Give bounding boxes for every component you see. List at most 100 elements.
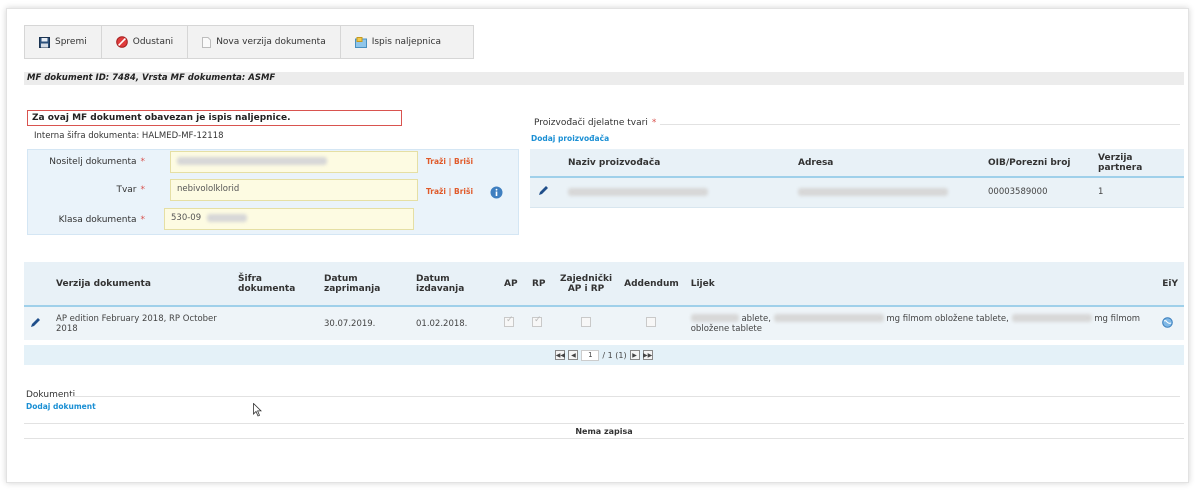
ap-checkbox[interactable]: [504, 315, 514, 327]
holder-field[interactable]: [170, 151, 418, 173]
documents-empty-row: Nema zapisa: [24, 423, 1184, 439]
class-label: Klasa dokumenta: [58, 215, 137, 225]
cancel-label: Odustani: [132, 37, 174, 47]
versions-table: Verzija dokumenta Šifra dokumenta Datum …: [24, 262, 1184, 340]
holder-label: Nositelj dokumenta: [49, 157, 137, 167]
info-icon[interactable]: [490, 186, 503, 202]
substance-links: Traži | Briši: [426, 187, 473, 196]
page-total: / 1 (1): [602, 350, 627, 360]
class-field[interactable]: 530-09: [164, 208, 414, 230]
label-print-icon: [354, 36, 367, 48]
substance-required-mark: *: [140, 185, 146, 195]
substance-search-link[interactable]: Traži: [426, 187, 446, 196]
globe-icon[interactable]: [1162, 316, 1174, 331]
versions-header-issued[interactable]: Datum izdavanja: [410, 262, 498, 307]
addendum-checkbox[interactable]: [646, 317, 657, 327]
version-row: AP edition February 2018, RP October 201…: [24, 306, 1184, 340]
producers-header-address[interactable]: Adresa: [790, 149, 980, 178]
rp-checkbox[interactable]: [532, 315, 542, 327]
versions-header-addendum[interactable]: Addendum: [618, 262, 685, 307]
producer-address-redacted: [798, 187, 948, 196]
holder-search-link[interactable]: Traži: [426, 157, 446, 166]
prev-page-icon[interactable]: ◀: [568, 350, 579, 360]
substance-field[interactable]: nebivololklorid: [170, 179, 418, 201]
versions-header-row: Verzija dokumenta Šifra dokumenta Datum …: [24, 262, 1184, 307]
versions-header-code[interactable]: Šifra dokumenta: [232, 262, 318, 307]
next-page-icon[interactable]: ▶: [629, 350, 640, 360]
class-row: Klasa dokumenta *: [0, 208, 170, 232]
last-page-icon[interactable]: ▶▶: [642, 350, 653, 360]
producer-address-cell: [790, 177, 980, 208]
class-value: 530-09: [171, 213, 202, 223]
producers-table: Naziv proizvođača Adresa OIB/Porezni bro…: [530, 149, 1184, 208]
holder-delete-link[interactable]: Briši: [454, 157, 473, 166]
cancel-icon: [115, 36, 128, 48]
page-number-input[interactable]: 1: [581, 349, 600, 361]
producers-header-partner-version[interactable]: Verzija partnera: [1090, 149, 1184, 178]
version-rp-cell: [526, 306, 554, 340]
producer-row: 00003589000 1: [530, 177, 1184, 208]
version-code-cell: [232, 306, 318, 340]
print-labels-label: Ispis naljepnica: [371, 37, 441, 47]
substance-link-separator: |: [448, 187, 452, 196]
pencil-icon[interactable]: [30, 317, 41, 331]
producers-divider: [660, 124, 1180, 125]
version-ap-cell: [498, 306, 526, 340]
substance-delete-link[interactable]: Briši: [454, 187, 473, 196]
producers-header-oib[interactable]: OIB/Porezni broj: [980, 149, 1090, 178]
pencil-icon[interactable]: [538, 186, 549, 199]
cancel-button[interactable]: Odustani: [102, 26, 189, 58]
joint-checkbox[interactable]: [581, 317, 592, 327]
producers-header-name[interactable]: Naziv proizvođača: [560, 149, 790, 178]
mouse-cursor-icon: [253, 402, 263, 420]
holder-links: Traži | Briši: [426, 157, 473, 166]
drug-name-redacted-3: [1011, 314, 1092, 322]
documents-divider: [70, 396, 1180, 397]
versions-header-rp[interactable]: RP: [526, 262, 554, 307]
versions-header-eiy[interactable]: EiY: [1156, 262, 1184, 307]
producers-title-text: Proizvođači djelatne tvari: [534, 118, 648, 128]
version-name-cell: AP edition February 2018, RP October 201…: [50, 306, 232, 340]
drug-text-part4: obložene tablete: [690, 323, 762, 334]
producer-edit-cell: [530, 177, 560, 208]
version-drug-cell: ablete, mg filmom obložene tablete, mg f…: [684, 306, 1157, 340]
versions-pager: ◀◀ ◀ 1 / 1 (1) ▶ ▶▶: [24, 345, 1184, 365]
producer-version-cell: 1: [1090, 177, 1184, 208]
version-addendum-cell: [618, 306, 685, 340]
label-print-warning: Za ovaj MF dokument obavezan je ispis na…: [27, 110, 402, 126]
versions-header-ap[interactable]: AP: [498, 262, 526, 307]
drug-text-part2: mg filmom obložene tablete,: [886, 313, 1009, 324]
producers-edit-column-header: [530, 149, 560, 178]
producers-required-mark: *: [651, 118, 657, 128]
save-label: Spremi: [55, 37, 87, 47]
first-page-icon[interactable]: ◀◀: [555, 350, 566, 360]
holder-row: Nositelj dokumenta *: [0, 150, 170, 174]
drug-name-redacted: [690, 314, 739, 322]
versions-header-joint[interactable]: Zajednički AP i RP: [554, 262, 619, 307]
new-version-button[interactable]: Nova verzija dokumenta: [188, 26, 341, 58]
versions-header-drug[interactable]: Lijek: [684, 262, 1157, 307]
new-version-label: Nova verzija dokumenta: [216, 37, 326, 47]
class-required-mark: *: [140, 215, 146, 225]
producers-title: Proizvođači djelatne tvari *: [534, 118, 656, 128]
document-icon: [202, 36, 212, 48]
add-document-link[interactable]: Dodaj dokument: [26, 402, 96, 411]
versions-edit-column-header: [24, 262, 50, 307]
version-eiy-cell: [1156, 306, 1184, 340]
drug-text-part1: ablete,: [741, 313, 771, 324]
add-producer-link[interactable]: Dodaj proizvođača: [531, 134, 609, 143]
versions-header-version[interactable]: Verzija dokumenta: [50, 262, 232, 307]
producer-oib-cell: 00003589000: [980, 177, 1090, 208]
version-joint-cell: [554, 306, 619, 340]
version-edit-cell: [24, 306, 50, 340]
versions-header-received[interactable]: Datum zaprimanja: [318, 262, 410, 307]
holder-link-separator: |: [448, 157, 452, 166]
print-labels-button[interactable]: Ispis naljepnica: [341, 26, 455, 58]
save-button[interactable]: Spremi: [25, 26, 102, 58]
producer-name-redacted: [568, 187, 708, 196]
class-value-redacted: [206, 213, 247, 222]
substance-row: Tvar *: [0, 178, 170, 202]
documents-title: Dokumenti: [26, 390, 76, 400]
version-received-cell: 30.07.2019.: [318, 306, 410, 340]
holder-required-mark: *: [140, 157, 146, 167]
